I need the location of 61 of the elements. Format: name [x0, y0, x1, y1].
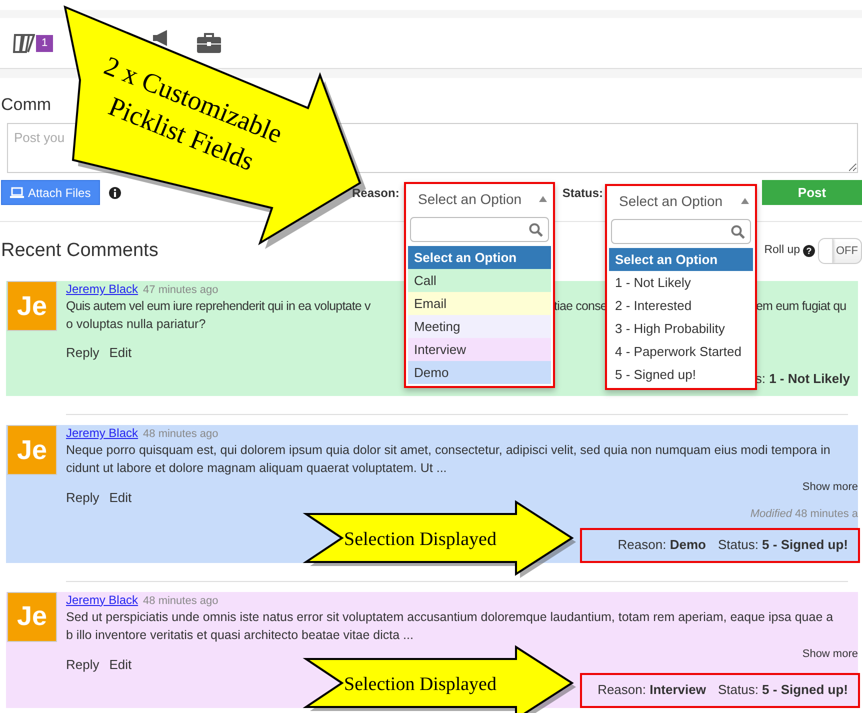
reason-text: Reason: Interview — [598, 681, 706, 700]
comment-text: em eum fugiat qu — [756, 298, 848, 315]
timestamp: 48 minutes ago — [143, 428, 218, 440]
section-title: Recent Comments — [1, 238, 158, 263]
action-link[interactable]: Reply — [66, 345, 100, 361]
briefcase-icon[interactable] — [196, 32, 222, 54]
info-icon — [108, 186, 121, 198]
laptop-icon — [10, 187, 24, 198]
status-text: Status: 5 - Signed up! — [718, 536, 848, 554]
comment-text: Quis autem vel eum iure reprehenderit qui in ea voluptate v — [66, 298, 372, 315]
dropdown-option[interactable]: Select an Option — [408, 246, 551, 269]
action-link[interactable]: Edit — [109, 656, 132, 672]
dropdown-option[interactable]: 1 - Not Likely — [609, 271, 753, 294]
author-link[interactable]: Jeremy Black — [66, 592, 138, 606]
count-badge: 1 — [36, 34, 53, 52]
search-field[interactable] — [410, 217, 549, 242]
avatar: Je — [7, 592, 57, 642]
show-more-link[interactable]: Show more — [66, 481, 858, 493]
dropdown-option[interactable]: 5 - Signed up! — [609, 363, 753, 386]
search-field[interactable] — [611, 219, 751, 244]
timestamp: 47 minutes ago — [143, 284, 218, 296]
dropdown-option[interactable]: Interview — [408, 338, 551, 361]
status-text: Status: 5 - Signed up! — [718, 681, 848, 700]
dropdown-option[interactable]: 3 - High Probability — [609, 317, 753, 340]
rollup-label: Roll up — [764, 243, 800, 258]
field-label: Reason: — [352, 184, 400, 202]
comment-text: cidunt ut labore et dolore magnam aliquam quaerat voluptatem. Ut ... — [66, 461, 447, 475]
dropdown-option[interactable]: Call — [408, 269, 551, 292]
author-link[interactable]: Jeremy Black — [66, 426, 138, 440]
callout-text: Selection Displayed — [344, 528, 496, 550]
comment-text: Sed ut perspiciatis unde omnis iste natus error sit voluptatem accusantium doloremque laudantium, totam rem aperiam, eaque ipsa quae a — [66, 610, 834, 624]
action-link[interactable]: Reply — [66, 656, 100, 672]
dropdown-option[interactable]: Demo — [408, 361, 551, 384]
reason-text: Reason: Demo — [618, 536, 706, 554]
comment-text: b illo inventore veritatis et quasi architecto beatae vitae dicta ... — [66, 628, 414, 642]
comment-text: o voluptas nulla pariatur? — [66, 317, 206, 331]
callout-text: Selection Displayed — [344, 674, 496, 694]
comment-text: Neque porro quisquam est, qui dolorem ipsum quia dolor sit amet, consectetur, adipisci velit, sed quia non numquam eius modi tempora in — [66, 443, 830, 457]
dropdown-option[interactable]: Email — [408, 292, 551, 315]
timestamp: 48 minutes ago — [143, 594, 218, 606]
dropdown-option[interactable]: 4 - Paperwork Started — [609, 340, 753, 363]
modified-text: Modified 48 minutes a — [750, 507, 858, 522]
help-icon[interactable]: ? — [803, 245, 815, 257]
dropdown-option[interactable]: Select an Option — [609, 248, 753, 271]
caret-icon — [539, 196, 547, 202]
show-more-link[interactable]: Show more — [66, 648, 858, 660]
avatar: Je — [7, 425, 57, 475]
action-link[interactable]: Edit — [109, 490, 132, 506]
author-link[interactable]: Jeremy Black — [66, 282, 138, 296]
search-icon — [731, 224, 745, 238]
cards-icon[interactable] — [13, 32, 35, 54]
megaphone-icon[interactable] — [152, 30, 168, 46]
avatar: Je — [7, 281, 57, 331]
field-label: Status: — [562, 184, 603, 202]
action-link[interactable]: Edit — [109, 345, 132, 361]
dropdown-option[interactable]: Meeting — [408, 315, 551, 338]
dropdown-option[interactable]: 2 - Interested — [609, 294, 753, 317]
search-icon — [529, 222, 543, 236]
toggle-switch[interactable]: OFF — [818, 238, 862, 264]
caret-icon — [741, 198, 749, 204]
action-link[interactable]: Reply — [66, 490, 100, 506]
